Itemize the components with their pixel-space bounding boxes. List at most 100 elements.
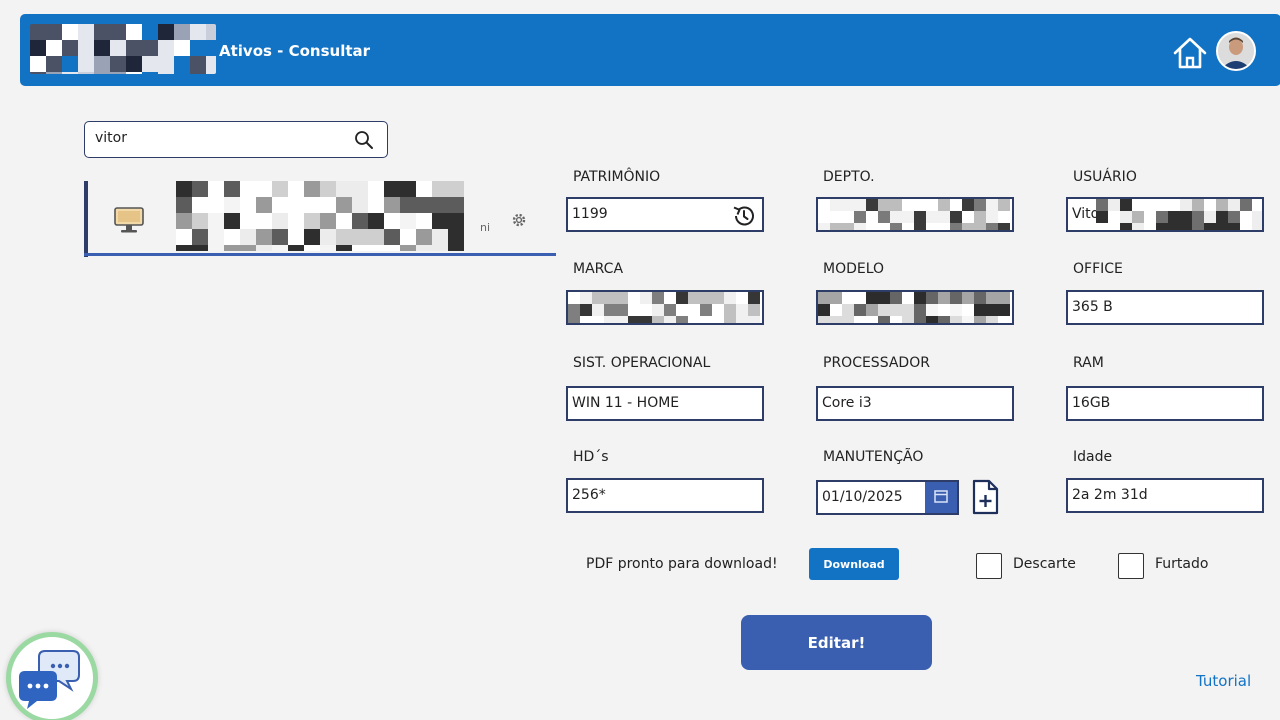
manutencao-date-field[interactable]: 01/10/2025	[816, 480, 959, 515]
mosaic-cell	[206, 56, 216, 72]
item-underline	[84, 253, 556, 256]
mosaic-cell	[400, 181, 416, 197]
redacted-marca	[568, 292, 762, 323]
mosaic-cell	[352, 181, 368, 197]
mosaic-cell	[938, 316, 950, 323]
mosaic-cell	[30, 72, 46, 74]
download-button[interactable]: Download	[809, 548, 899, 580]
mosaic-cell	[206, 40, 216, 56]
mosaic-cell	[986, 304, 998, 316]
mosaic-cell	[256, 245, 272, 251]
mosaic-cell	[1180, 223, 1192, 230]
mosaic-cell	[142, 40, 158, 56]
mosaic-cell	[998, 223, 1010, 230]
mosaic-cell	[1156, 211, 1168, 223]
mosaic-cell	[878, 199, 890, 211]
ram-field[interactable]: 16GB	[1066, 386, 1264, 421]
mosaic-cell	[1144, 223, 1156, 230]
list-item[interactable]: ni	[84, 181, 556, 257]
mosaic-cell	[110, 56, 126, 72]
mosaic-cell	[914, 304, 926, 316]
mosaic-cell	[336, 213, 352, 229]
mosaic-cell	[1180, 199, 1192, 211]
mosaic-cell	[110, 24, 126, 40]
add-file-icon[interactable]	[969, 478, 1001, 516]
furtado-label: Furtado	[1155, 556, 1209, 572]
mosaic-cell	[432, 229, 448, 245]
mosaic-cell	[272, 197, 288, 213]
mosaic-cell	[950, 223, 962, 230]
office-field[interactable]: 365 B	[1066, 290, 1264, 325]
mosaic-cell	[568, 304, 580, 316]
so-field[interactable]: WIN 11 - HOME	[566, 386, 764, 421]
furtado-checkbox[interactable]	[1118, 553, 1144, 579]
mosaic-cell	[320, 181, 336, 197]
calendar-button[interactable]	[925, 482, 957, 513]
mosaic-cell	[368, 213, 384, 229]
chat-button[interactable]	[6, 632, 98, 720]
mosaic-cell	[974, 304, 986, 316]
mosaic-cell	[46, 72, 62, 74]
mosaic-cell	[448, 213, 464, 229]
patrimonio-value: 1199	[572, 206, 608, 222]
mosaic-cell	[142, 56, 158, 72]
marca-field[interactable]	[566, 290, 764, 325]
mosaic-cell	[878, 211, 890, 223]
mosaic-cell	[902, 316, 914, 323]
modelo-field[interactable]	[816, 290, 1014, 325]
mosaic-cell	[854, 292, 866, 304]
calendar-icon	[934, 490, 948, 503]
mosaic-cell	[914, 199, 926, 211]
processador-field[interactable]: Core i3	[816, 386, 1014, 421]
mosaic-cell	[830, 304, 842, 316]
mosaic-cell	[208, 213, 224, 229]
search-box	[84, 121, 388, 158]
mosaic-cell	[974, 199, 986, 211]
mosaic-cell	[842, 211, 854, 223]
redacted-usuario	[1096, 199, 1262, 230]
mosaic-cell	[432, 197, 448, 213]
mosaic-cell	[1180, 211, 1192, 223]
mosaic-cell	[288, 181, 304, 197]
mosaic-cell	[288, 229, 304, 245]
mosaic-cell	[818, 211, 830, 223]
label-hds: HD´s	[573, 449, 609, 465]
mosaic-cell	[256, 213, 272, 229]
mosaic-cell	[724, 316, 736, 323]
mosaic-cell	[818, 304, 830, 316]
mosaic-cell	[448, 197, 464, 213]
mosaic-cell	[854, 199, 866, 211]
mosaic-cell	[240, 181, 256, 197]
mosaic-cell	[1144, 211, 1156, 223]
idade-field[interactable]: 2a 2m 31d	[1066, 478, 1264, 513]
mosaic-cell	[190, 56, 206, 72]
avatar[interactable]	[1216, 31, 1256, 71]
mosaic-cell	[30, 40, 46, 56]
gear-icon[interactable]	[510, 211, 528, 229]
mosaic-cell	[1156, 199, 1168, 211]
edit-button[interactable]: Editar!	[741, 615, 932, 670]
home-icon[interactable]	[1172, 36, 1208, 70]
history-icon[interactable]	[731, 203, 757, 229]
patrimonio-field[interactable]: 1199	[566, 197, 764, 232]
idade-value: 2a 2m 31d	[1072, 487, 1148, 503]
label-patrimonio: PATRIMÔNIO	[573, 169, 661, 185]
tutorial-link[interactable]: Tutorial	[1196, 672, 1251, 690]
depto-field[interactable]	[816, 197, 1014, 232]
search-input[interactable]	[95, 130, 335, 146]
mosaic-cell	[914, 223, 926, 230]
mosaic-cell	[652, 292, 664, 304]
mosaic-cell	[986, 292, 998, 304]
search-icon[interactable]	[353, 129, 375, 151]
mosaic-cell	[240, 213, 256, 229]
descarte-checkbox[interactable]	[976, 553, 1002, 579]
mosaic-cell	[320, 197, 336, 213]
mosaic-cell	[568, 316, 580, 323]
mosaic-cell	[926, 211, 938, 223]
usuario-field[interactable]: Vito	[1066, 197, 1264, 232]
mosaic-cell	[416, 197, 432, 213]
mosaic-cell	[448, 229, 464, 245]
mosaic-cell	[592, 292, 604, 304]
mosaic-cell	[158, 24, 174, 40]
hds-field[interactable]: 256*	[566, 478, 764, 513]
